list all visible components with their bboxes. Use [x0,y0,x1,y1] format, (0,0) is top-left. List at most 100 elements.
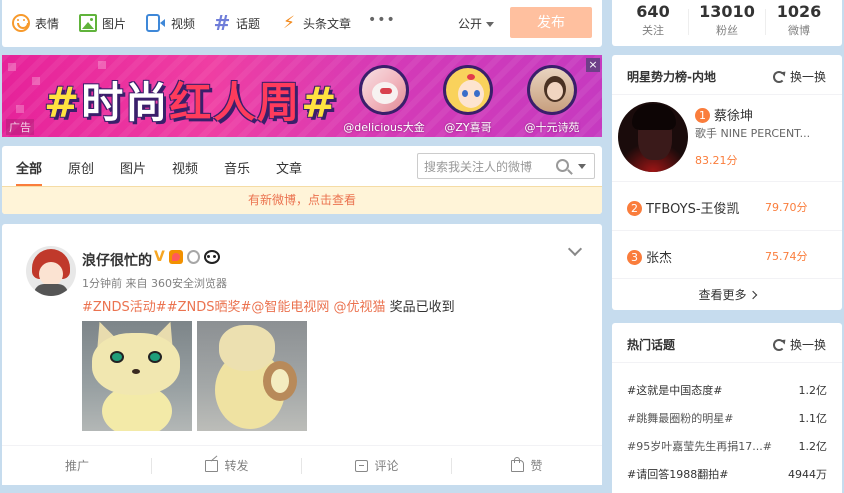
topic-item[interactable]: #请回答1988翻拍# 4944万 [627,466,827,486]
new-posts-notice[interactable]: 有新微博，点击查看 [2,186,602,214]
post-text-tail: 奖品已收到 [385,300,455,315]
topic-item[interactable]: #跳舞最圈粉的明星# 1.1亿 [627,410,827,430]
topic-title: #这就是中国态度# [627,384,723,397]
like-button[interactable]: 赞 [452,446,602,486]
rank-row[interactable]: 2 TFBOYS-王俊凯 79.70分 [612,181,842,229]
banner-star-1[interactable]: @delicious大金 [343,65,425,135]
topic-count: 1.2亿 [798,384,828,397]
image-icon [79,14,97,32]
banner-star-3[interactable]: @十元诗苑 [525,65,580,135]
view-more-link[interactable]: 查看更多 [612,278,842,310]
smile-icon [12,14,30,32]
article-tool-label: 头条文章 [303,16,352,31]
chevron-right-icon [748,290,757,300]
rank-item-name[interactable]: 1 蔡徐坤 [695,105,753,124]
refresh-label: 换一换 [789,338,826,352]
tab-all[interactable]: 全部 [16,158,43,187]
image-tool[interactable]: 图片 [79,13,126,33]
tab-music[interactable]: 音乐 [224,158,250,177]
topic-tool[interactable]: # 话题 [213,13,260,33]
topic-item[interactable]: #这就是中国态度# 1.2亿 [627,382,827,402]
mention-link[interactable]: @智能电视网 [251,300,329,315]
search-icon[interactable] [556,159,569,172]
stat-label: 粉丝 [716,24,738,37]
chevron-down-icon[interactable] [578,164,586,169]
post-image[interactable] [82,321,192,431]
avatar[interactable] [26,246,76,296]
emoji-tool[interactable]: 表情 [12,13,59,33]
refresh-label: 换一换 [789,70,826,84]
banner-star-name: @delicious大金 [343,121,425,134]
topic-link[interactable]: #ZNDS活动# [82,300,167,315]
post-button[interactable]: 发布 [510,7,592,38]
avatar [443,65,493,115]
medal-icon[interactable] [186,250,200,264]
author-name[interactable]: 浪仔很忙的 [82,250,152,270]
image-tool-label: 图片 [102,16,127,31]
promote-label: 推广 [64,459,89,473]
filter-tabs: 全部 原创 图片 视频 音乐 文章 [2,146,602,187]
video-tool[interactable]: 视频 [146,13,195,33]
publisher-toolbar: 表情 图片 视频 # 话题 ⚡ 头条文章 ••• 公开 发布 [2,0,602,47]
panda-icon[interactable] [203,250,220,264]
panel-header: 明星势力榜-内地 换一换 [612,55,842,95]
banner-star-2[interactable]: @ZY喜哥 [442,65,494,135]
stat-posts[interactable]: 1026 微博 [761,2,837,38]
refresh-button[interactable]: 换一换 [772,68,826,85]
tab-images[interactable]: 图片 [120,158,146,177]
post-meta: 1分钟前 来自 360安全浏览器 [82,277,227,290]
article-tool[interactable]: ⚡ 头条文章 [280,13,351,33]
share-button[interactable]: 转发 [152,446,302,486]
topic-link[interactable]: #ZNDS晒奖# [167,300,252,315]
comment-icon [355,460,369,472]
feed-item: 浪仔很忙的 V 1分钟前 来自 360安全浏览器 #ZNDS活动##ZNDS晒奖… [2,224,602,485]
topic-count: 1.1亿 [798,412,828,425]
hot-topics-panel: 热门话题 换一换 #这就是中国态度# 1.2亿 #跳舞最圈粉的明星# 1.1亿 … [612,323,842,493]
banner-star-name: @ZY喜哥 [444,121,492,134]
member-icon[interactable] [168,250,183,264]
tab-articles[interactable]: 文章 [276,158,302,177]
stat-following[interactable]: 640 关注 [615,2,691,38]
author-badges: V [154,249,220,265]
like-label: 赞 [530,459,543,473]
tab-original[interactable]: 原创 [68,158,94,177]
avatar[interactable] [618,102,688,172]
panel-header: 热门话题 换一换 [612,323,842,363]
mention-link[interactable]: @优视猫 [329,300,386,315]
video-tool-label: 视频 [171,16,196,31]
search-input[interactable] [424,158,552,175]
visibility-label: 公开 [458,17,483,31]
panel-title: 热门话题 [627,338,676,352]
rank-item-score: 83.21分 [695,154,738,167]
stat-number: 13010 [699,2,755,21]
rank-item-score: 75.74分 [765,250,808,263]
emoji-tool-label: 表情 [35,16,60,31]
stat-followers[interactable]: 13010 粉丝 [689,2,765,38]
visibility-dropdown[interactable]: 公开 [458,15,495,32]
share-label: 转发 [224,459,249,473]
post-image[interactable] [197,321,307,431]
topic-title: #95岁叶嘉莹先生再捐17...# [627,440,772,453]
promote-button[interactable]: 推广 [2,446,152,486]
star-ranking-panel: 明星势力榜-内地 换一换 1 蔡徐坤 歌手 NINE PERCENT... 83.… [612,55,842,310]
refresh-button[interactable]: 换一换 [772,336,826,353]
post-text: #ZNDS活动##ZNDS晒奖#@智能电视网 @优视猫 奖品已收到 [82,296,455,315]
verified-icon[interactable]: V [154,249,165,265]
topic-item[interactable]: #95岁叶嘉莹先生再捐17...# 1.2亿 [627,438,827,458]
post-actions: 推广 转发 评论 赞 [2,445,602,485]
share-icon [205,460,219,472]
tab-videos[interactable]: 视频 [172,158,198,177]
bolt-icon: ⚡ [283,13,295,33]
rank-row[interactable]: 3 张杰 75.74分 [612,230,842,278]
promo-banner[interactable]: #时尚红人周# @delicious大金 @ZY喜哥 @十元诗苑 广告 × [2,55,602,137]
comment-button[interactable]: 评论 [302,446,452,486]
close-icon[interactable]: × [586,58,600,72]
more-menu-button[interactable]: ••• [368,12,396,28]
video-icon [146,14,165,32]
panel-title: 明星势力榜-内地 [627,70,716,84]
avatar [527,65,577,115]
profile-stats: 640 关注 13010 粉丝 1026 微博 [612,0,842,46]
topic-title: #请回答1988翻拍# [627,468,729,481]
banner-title: #时尚红人周# [44,78,339,127]
chevron-down-icon[interactable] [569,244,581,256]
